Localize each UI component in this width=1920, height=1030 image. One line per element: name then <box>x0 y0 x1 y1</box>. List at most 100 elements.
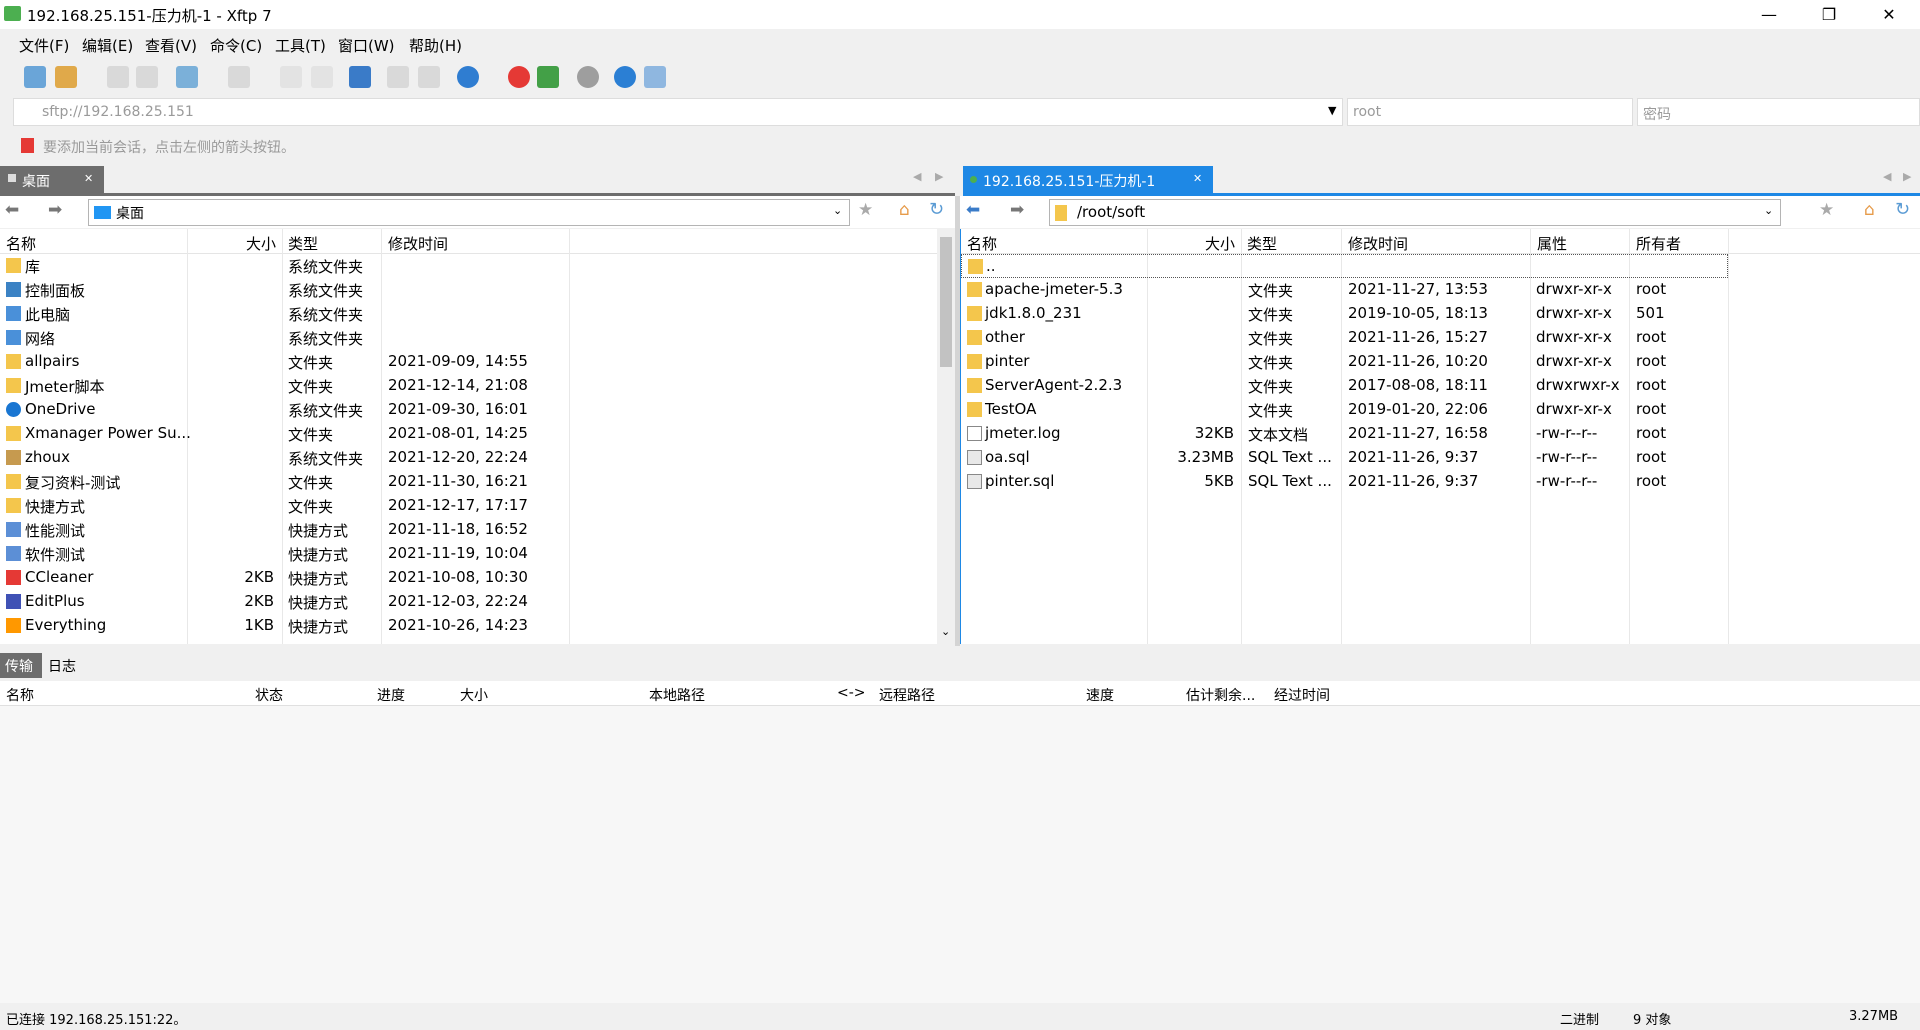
password-field[interactable]: 密码 <box>1637 98 1920 126</box>
xshell-icon[interactable] <box>508 66 530 88</box>
tab-remote-session[interactable]: 192.168.25.151-压力机-1 ✕ <box>963 166 1213 194</box>
star-icon[interactable]: ★ <box>858 200 873 220</box>
file-row[interactable]: Everything 1KB 快捷方式 2021-10-26, 14:23 <box>0 614 937 638</box>
col-direction[interactable]: <-> <box>837 685 866 701</box>
col-local-path[interactable]: 本地路径 <box>649 685 705 705</box>
refresh-icon[interactable]: ↻ <box>1895 199 1910 220</box>
properties-icon[interactable] <box>228 66 250 88</box>
home-icon[interactable]: ⌂ <box>899 200 910 220</box>
open-folder-icon[interactable] <box>55 66 77 88</box>
close-tab-icon[interactable]: ✕ <box>1193 172 1202 185</box>
menu-window[interactable]: 窗口(W) <box>338 35 395 56</box>
col-status[interactable]: 状态 <box>255 685 283 705</box>
scroll-down-icon[interactable]: ⌄ <box>941 625 950 638</box>
transfer-icon[interactable] <box>349 66 371 88</box>
close-tab-icon[interactable]: ✕ <box>84 172 93 185</box>
file-row[interactable]: ServerAgent-2.2.3 文件夹 2017-08-08, 18:11 drw… <box>961 374 1920 398</box>
bookmark-icon[interactable] <box>21 138 34 153</box>
file-row[interactable]: 控制面板 系统文件夹 <box>0 278 937 302</box>
new-window-icon[interactable] <box>176 66 198 88</box>
file-row[interactable]: 库 系统文件夹 <box>0 254 937 278</box>
rename-icon[interactable] <box>418 66 440 88</box>
col-attr[interactable]: 属性 <box>1537 233 1567 254</box>
file-row[interactable]: 性能测试 快捷方式 2021-11-18, 16:52 <box>0 518 937 542</box>
menu-edit[interactable]: 编辑(E) <box>82 35 133 56</box>
tab-scroll-left-icon[interactable]: ◀ <box>913 170 921 183</box>
tab-local-desktop[interactable]: 桌面 ✕ <box>0 166 104 194</box>
left-scrollbar[interactable]: ⌄ <box>937 229 955 644</box>
back-icon[interactable]: ⬅ <box>966 200 980 220</box>
scrollbar-thumb[interactable] <box>940 237 952 367</box>
chevron-down-icon[interactable]: ▼ <box>1328 104 1336 117</box>
col-modified[interactable]: 修改时间 <box>1348 233 1408 254</box>
tab-scroll-left-icon[interactable]: ◀ <box>1883 170 1891 183</box>
help-icon[interactable] <box>614 66 636 88</box>
file-row[interactable]: apache-jmeter-5.3 文件夹 2021-11-27, 13:53 drw… <box>961 278 1920 302</box>
col-type[interactable]: 类型 <box>1247 233 1277 254</box>
file-row[interactable]: 此电脑 系统文件夹 <box>0 302 937 326</box>
left-path-input[interactable]: 桌面 <box>116 203 144 223</box>
tab-scroll-right-icon[interactable]: ▶ <box>935 170 943 183</box>
refresh-icon[interactable]: ↻ <box>929 199 944 220</box>
col-speed[interactable]: 速度 <box>1086 685 1114 705</box>
chevron-down-icon[interactable]: ⌄ <box>1764 204 1773 217</box>
menu-tools[interactable]: 工具(T) <box>275 35 326 56</box>
col-name[interactable]: 名称 <box>6 233 36 254</box>
file-row[interactable]: 网络 系统文件夹 <box>0 326 937 350</box>
close-button[interactable]: ✕ <box>1866 0 1912 29</box>
reconnect-icon[interactable] <box>136 66 158 88</box>
menu-view[interactable]: 查看(V) <box>145 35 197 56</box>
col-name[interactable]: 名称 <box>6 685 34 705</box>
file-row[interactable]: pinter 文件夹 2021-11-26, 10:20 drwxr-xr-x root <box>961 350 1920 374</box>
forward-icon[interactable]: ➡ <box>48 200 62 220</box>
col-size[interactable]: 大小 <box>460 685 488 705</box>
file-row[interactable]: jdk1.8.0_231 文件夹 2019-10-05, 18:13 drwxr-xr… <box>961 302 1920 326</box>
back-icon[interactable]: ⬅ <box>5 200 19 220</box>
chat-icon[interactable] <box>644 66 666 88</box>
transfer-mode[interactable]: 二进制 <box>1560 1009 1599 1028</box>
file-row[interactable]: other 文件夹 2021-11-26, 15:27 drwxr-xr-x root <box>961 326 1920 350</box>
xftp-icon[interactable] <box>537 66 559 88</box>
file-row[interactable]: CCleaner 2KB 快捷方式 2021-10-08, 10:30 <box>0 566 937 590</box>
menu-file[interactable]: 文件(F) <box>19 35 69 56</box>
file-row[interactable]: .. <box>961 254 1728 278</box>
col-type[interactable]: 类型 <box>288 233 318 254</box>
col-elapsed[interactable]: 经过时间 <box>1274 685 1330 705</box>
copy-icon[interactable] <box>280 66 302 88</box>
col-modified[interactable]: 修改时间 <box>388 233 448 254</box>
file-row[interactable]: Jmeter脚本 文件夹 2021-12-14, 21:08 <box>0 374 937 398</box>
col-owner[interactable]: 所有者 <box>1636 233 1681 254</box>
file-row[interactable]: zhoux 系统文件夹 2021-12-20, 22:24 <box>0 446 937 470</box>
file-row[interactable]: OneDrive 系统文件夹 2021-09-30, 16:01 <box>0 398 937 422</box>
star-icon[interactable]: ★ <box>1819 200 1834 220</box>
disconnect-icon[interactable] <box>107 66 129 88</box>
paste-icon[interactable] <box>311 66 333 88</box>
host-input[interactable]: sftp://192.168.25.151 <box>42 104 194 120</box>
maximize-button[interactable]: ❐ <box>1806 0 1852 29</box>
menu-command[interactable]: 命令(C) <box>210 35 262 56</box>
menu-help[interactable]: 帮助(H) <box>409 35 462 56</box>
right-path-box[interactable]: /root/soft ⌄ <box>1049 199 1781 226</box>
delete-icon[interactable] <box>387 66 409 88</box>
globe-icon[interactable] <box>457 66 479 88</box>
file-row[interactable]: TestOA 文件夹 2019-01-20, 22:06 drwxr-xr-x root <box>961 398 1920 422</box>
new-session-icon[interactable] <box>24 66 46 88</box>
tab-scroll-right-icon[interactable]: ▶ <box>1903 170 1911 183</box>
tab-log[interactable]: 日志 <box>48 656 76 676</box>
file-row[interactable]: 软件测试 快捷方式 2021-11-19, 10:04 <box>0 542 937 566</box>
tab-transfer[interactable]: 传输 <box>0 653 42 678</box>
username-field[interactable]: root <box>1347 98 1633 126</box>
file-row[interactable]: oa.sql 3.23MB SQL Text ... 2021-11-26, 9:37… <box>961 446 1920 470</box>
home-icon[interactable]: ⌂ <box>1864 200 1875 220</box>
col-size[interactable]: 大小 <box>246 233 276 254</box>
chevron-down-icon[interactable]: ⌄ <box>833 204 842 217</box>
left-path-box[interactable]: 桌面 ⌄ <box>88 199 850 226</box>
file-row[interactable]: allpairs 文件夹 2021-09-09, 14:55 <box>0 350 937 374</box>
file-row[interactable]: pinter.sql 5KB SQL Text ... 2021-11-26, 9:3… <box>961 470 1920 494</box>
col-size[interactable]: 大小 <box>1205 233 1235 254</box>
file-row[interactable]: Xmanager Power Su... 文件夹 2021-08-01, 14:25 <box>0 422 937 446</box>
minimize-button[interactable]: — <box>1746 0 1792 29</box>
file-row[interactable]: 快捷方式 文件夹 2021-12-17, 17:17 <box>0 494 937 518</box>
address-bar[interactable]: sftp://192.168.25.151 ▼ <box>13 98 1343 126</box>
file-row[interactable]: 复习资料-测试 文件夹 2021-11-30, 16:21 <box>0 470 937 494</box>
